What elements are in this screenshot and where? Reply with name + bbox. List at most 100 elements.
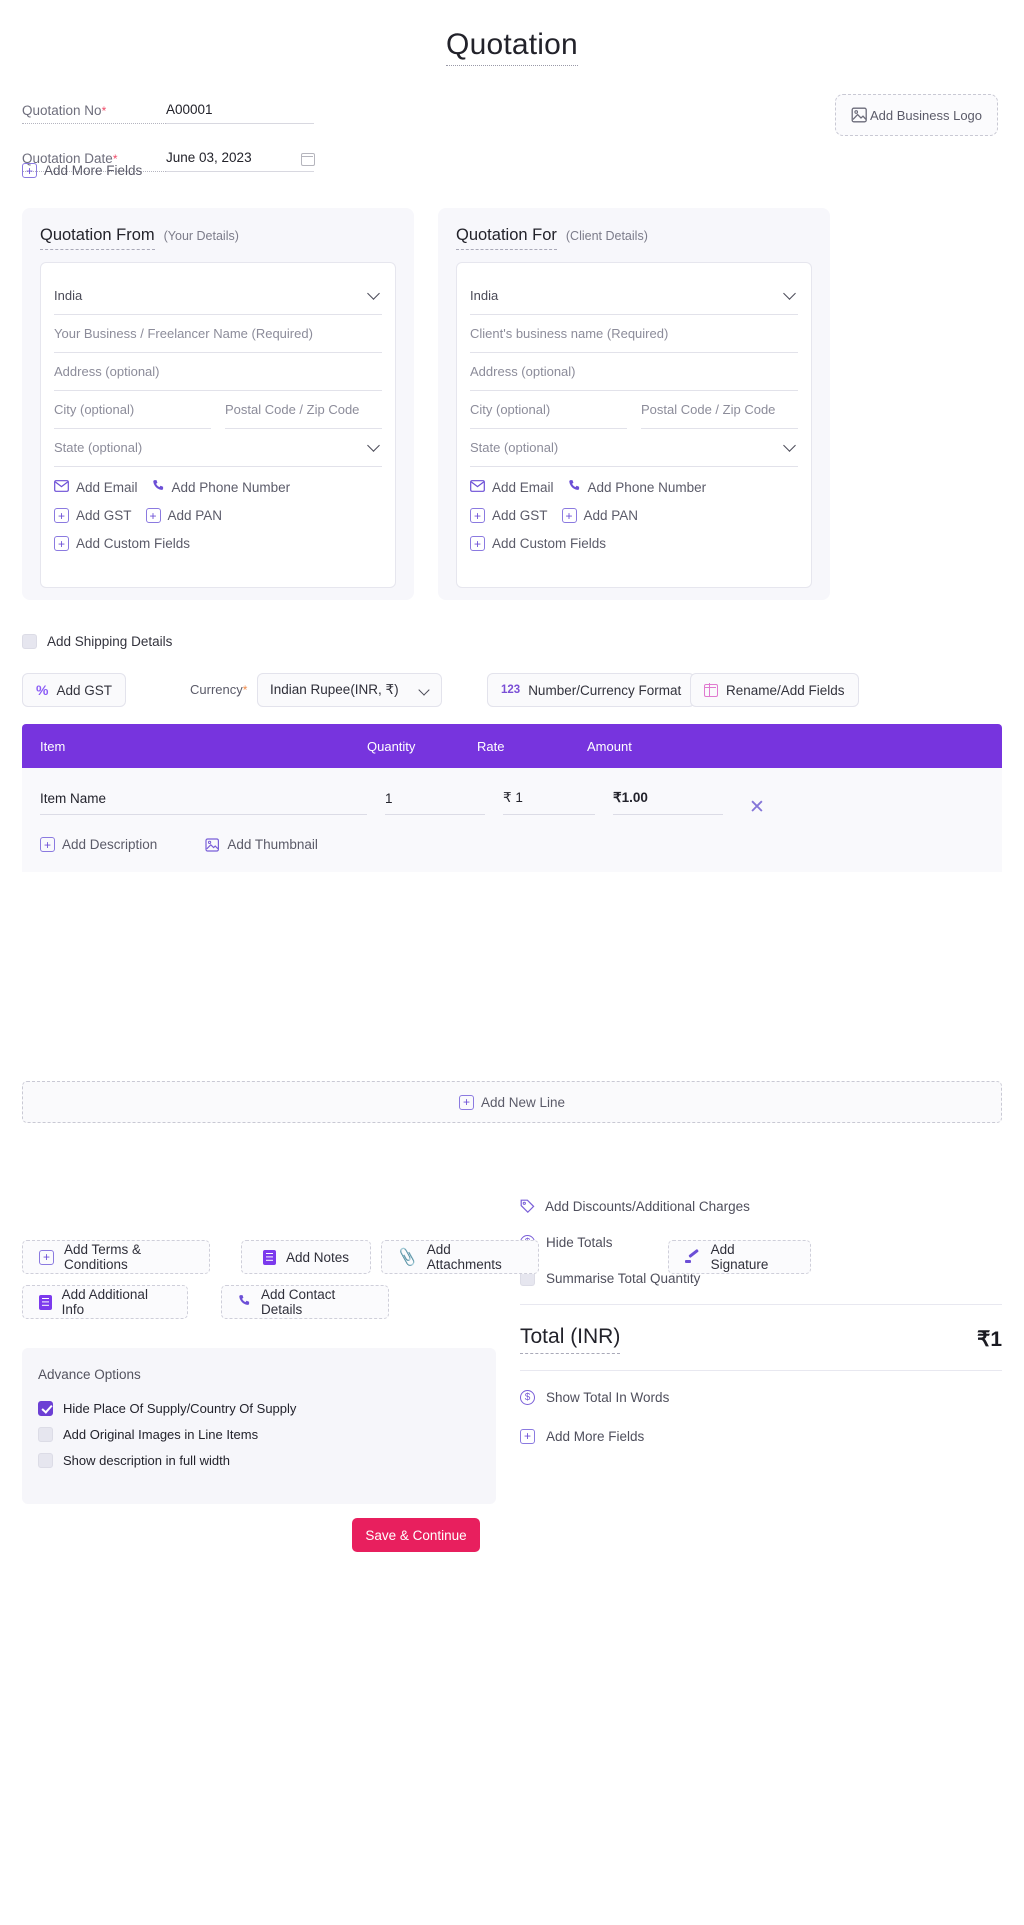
add-description-button[interactable]: + Add Description <box>40 837 157 852</box>
show-description-full-width-label: Show description in full width <box>63 1452 230 1468</box>
save-and-continue-button[interactable]: Save & Continue <box>352 1518 480 1552</box>
add-thumbnail-button[interactable]: Add Thumbnail <box>205 837 318 852</box>
from-business-name-input[interactable]: Your Business / Freelancer Name (Require… <box>54 315 382 353</box>
paperclip-icon: 📎 <box>396 1246 419 1268</box>
for-add-gst-button[interactable]: + Add GST <box>470 508 548 523</box>
for-add-pan-label: Add PAN <box>583 508 639 523</box>
for-city-input[interactable]: City (optional) <box>470 391 627 429</box>
for-add-email-button[interactable]: Add Email <box>470 480 554 495</box>
add-attachments-button[interactable]: 📎 Add Attachments <box>381 1240 539 1274</box>
add-more-fields-top-button[interactable]: + Add More Fields <box>22 163 142 178</box>
for-city-placeholder: City (optional) <box>470 402 551 417</box>
add-terms-conditions-button[interactable]: + Add Terms & Conditions <box>22 1240 210 1274</box>
rename-add-fields-button[interactable]: Rename/Add Fields <box>690 673 859 707</box>
from-add-phone-button[interactable]: Add Phone Number <box>152 479 290 495</box>
from-add-pan-button[interactable]: + Add PAN <box>145 508 222 523</box>
for-address-input[interactable]: Address (optional) <box>470 353 798 391</box>
add-contact-details-button[interactable]: Add Contact Details <box>221 1285 389 1319</box>
quotation-for-heading: Quotation For <box>456 226 557 250</box>
phone-icon <box>152 479 165 495</box>
show-total-in-words-label: Show Total In Words <box>546 1389 670 1405</box>
items-toolbar: % Add GST Currency* Indian Rupee(INR, ₹)… <box>22 673 1002 707</box>
quotation-date-value: June 03, 2023 <box>166 150 252 165</box>
required-asterisk: * <box>242 683 248 697</box>
item-quantity-input[interactable]: 1 <box>385 791 485 815</box>
for-business-name-input[interactable]: Client's business name (Required) <box>470 315 798 353</box>
page-title: Quotation <box>0 28 1024 66</box>
from-address-input[interactable]: Address (optional) <box>54 353 382 391</box>
from-add-custom-fields-button[interactable]: + Add Custom Fields <box>54 536 190 551</box>
quotation-number-row: Quotation No* A00001 <box>22 86 542 124</box>
totals-add-more-fields-label: Add More Fields <box>546 1428 645 1444</box>
quotation-for-subheading: (Client Details) <box>565 229 648 243</box>
for-add-email-label: Add Email <box>492 479 554 495</box>
shipping-checkbox[interactable] <box>22 634 37 649</box>
hide-place-of-supply-checkbox[interactable] <box>38 1400 53 1416</box>
from-postal-input[interactable]: Postal Code / Zip Code <box>225 391 382 429</box>
totals-add-more-fields-button[interactable]: + Add More Fields <box>520 1418 1002 1454</box>
for-business-name-placeholder: Client's business name (Required) <box>470 326 669 341</box>
for-custom-links: + Add Custom Fields <box>470 536 798 551</box>
show-total-in-words-button[interactable]: $ Show Total In Words <box>520 1379 1002 1415</box>
from-add-email-button[interactable]: Add Email <box>54 480 138 495</box>
for-postal-input[interactable]: Postal Code / Zip Code <box>641 391 798 429</box>
total-label: Total (INR) <box>520 1325 621 1354</box>
hide-totals-label: Hide Totals <box>546 1234 613 1250</box>
from-add-gst-button[interactable]: + Add GST <box>54 508 132 523</box>
add-gst-button[interactable]: % Add GST <box>22 673 126 707</box>
quotation-page: Quotation Quotation No* A00001 Quotation… <box>0 0 1024 1925</box>
add-signature-button[interactable]: Add Signature <box>668 1240 811 1274</box>
pen-icon <box>685 1250 701 1264</box>
item-extra-links: + Add Description Add Thumbnail <box>40 837 1002 852</box>
items-table-header: Item Quantity Rate Amount <box>22 724 1002 768</box>
chevron-down-icon <box>367 287 380 300</box>
mail-icon <box>54 479 69 495</box>
add-discounts-button[interactable]: Add Discounts/Additional Charges <box>520 1188 1002 1224</box>
calendar-icon[interactable] <box>301 151 315 166</box>
for-country-select[interactable]: India <box>470 277 798 315</box>
add-new-line-button[interactable]: + Add New Line <box>22 1081 1002 1123</box>
from-custom-links: + Add Custom Fields <box>54 536 382 551</box>
phone-icon <box>568 479 581 495</box>
from-postal-placeholder: Postal Code / Zip Code <box>225 402 360 417</box>
add-shipping-details-row[interactable]: Add Shipping Details <box>22 634 172 649</box>
from-city-input[interactable]: City (optional) <box>54 391 211 429</box>
plus-icon: + <box>54 508 69 523</box>
plus-icon: + <box>458 1094 474 1110</box>
for-add-pan-button[interactable]: + Add PAN <box>561 508 639 523</box>
quotation-date-input[interactable]: June 03, 2023 <box>166 150 315 172</box>
for-state-select[interactable]: State (optional) <box>470 429 798 467</box>
quotation-from-subheading: (Your Details) <box>163 229 239 243</box>
for-add-custom-fields-button[interactable]: + Add Custom Fields <box>470 536 606 551</box>
quotation-for-body: India Client's business name (Required) … <box>456 262 812 588</box>
for-address-placeholder: Address (optional) <box>470 364 576 379</box>
show-description-full-width-checkbox[interactable] <box>38 1452 53 1468</box>
quotation-from-card: Quotation From (Your Details) India Your… <box>22 208 414 600</box>
add-business-logo-button[interactable]: Add Business Logo <box>835 94 998 136</box>
number-currency-format-button[interactable]: 123 Number/Currency Format <box>487 673 696 707</box>
for-country-value: India <box>470 288 499 303</box>
quotation-meta: Quotation No* A00001 Quotation Date* Jun… <box>22 86 542 172</box>
add-additional-info-button[interactable]: Add Additional Info <box>22 1285 188 1319</box>
for-add-phone-button[interactable]: Add Phone Number <box>568 479 706 495</box>
remove-line-item-button[interactable]: ✕ <box>749 798 765 817</box>
from-country-select[interactable]: India <box>54 277 382 315</box>
currency-select[interactable]: Indian Rupee(INR, ₹) <box>257 673 442 707</box>
quotation-number-input[interactable]: A00001 <box>166 102 314 124</box>
quotation-from-heading: Quotation From <box>40 226 155 250</box>
from-state-select[interactable]: State (optional) <box>54 429 382 467</box>
advance-options-heading: Advance Options <box>38 1367 141 1382</box>
advance-option-row[interactable]: Add Original Images in Line Items <box>38 1421 496 1447</box>
add-discounts-label: Add Discounts/Additional Charges <box>545 1198 750 1214</box>
advance-option-row[interactable]: Hide Place Of Supply/Country Of Supply <box>38 1395 496 1421</box>
item-name-input[interactable]: Item Name <box>40 791 367 815</box>
advance-option-row[interactable]: Show description in full width <box>38 1447 496 1473</box>
add-original-images-checkbox[interactable] <box>38 1426 53 1442</box>
add-notes-button[interactable]: Add Notes <box>241 1240 371 1274</box>
for-city-postal-row: City (optional) Postal Code / Zip Code <box>470 391 798 429</box>
from-add-gst-label: Add GST <box>76 508 132 523</box>
hide-place-of-supply-label: Hide Place Of Supply/Country Of Supply <box>63 1400 297 1416</box>
for-tax-links: + Add GST + Add PAN <box>470 508 798 523</box>
required-asterisk: * <box>101 104 107 118</box>
item-rate-input[interactable]: ₹ 1 <box>503 790 595 815</box>
